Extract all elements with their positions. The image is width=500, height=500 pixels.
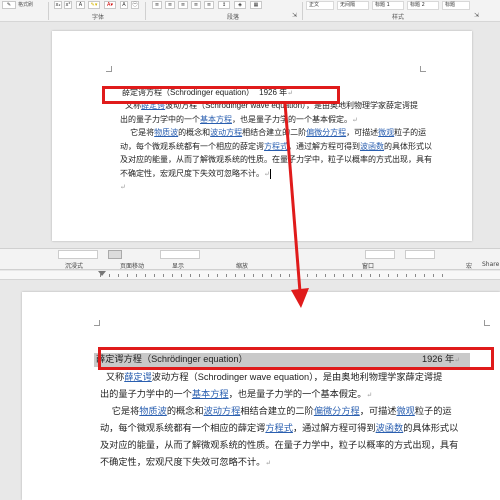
arrow-shaft xyxy=(283,102,302,293)
arrow-head xyxy=(291,288,309,308)
annotation-arrow xyxy=(283,102,309,308)
